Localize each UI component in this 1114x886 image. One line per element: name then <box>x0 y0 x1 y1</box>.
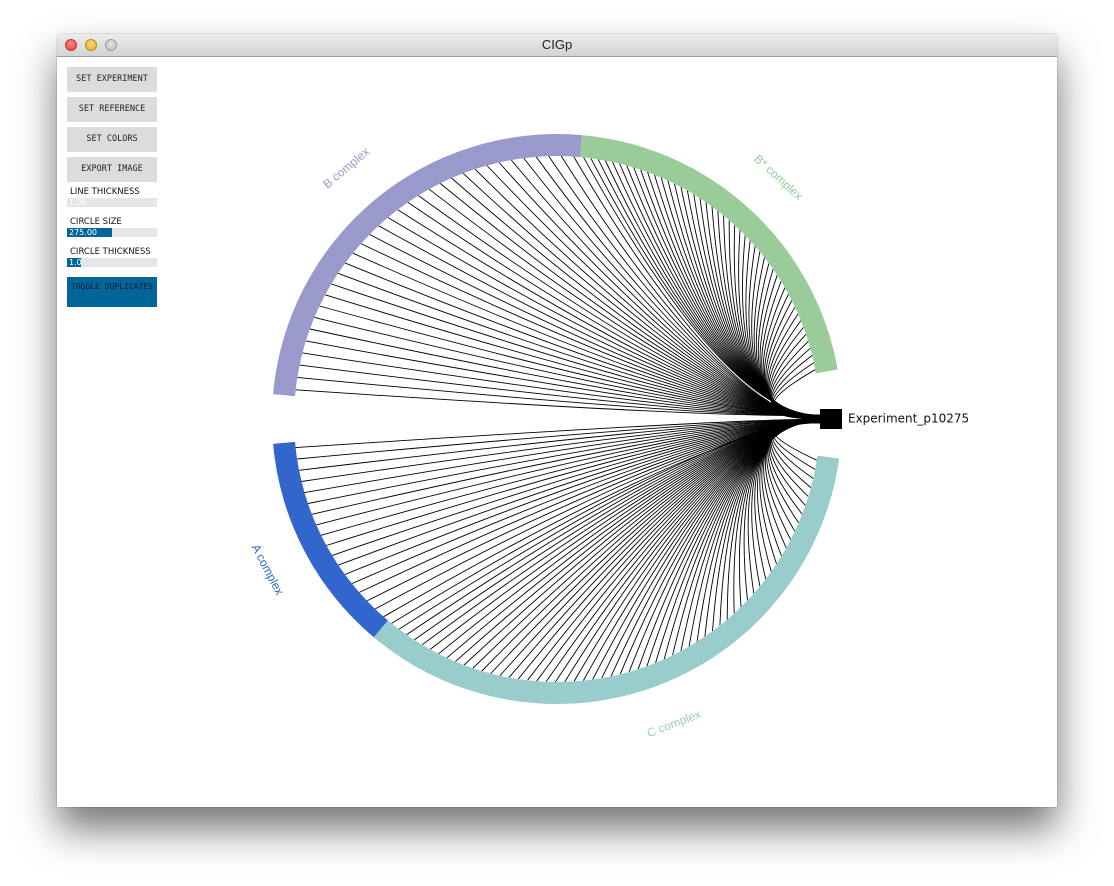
chord-line <box>499 419 821 676</box>
chord-line <box>486 165 821 419</box>
chord-diagram: B* complex B complex A complex C complex Exp… <box>249 134 969 740</box>
experiment-marker <box>820 409 842 429</box>
title-bar: CIGp <box>57 34 1057 57</box>
chord-lines <box>295 155 821 683</box>
app-window: CIGp SET EXPERIMENT SET REFERENCE SET CO… <box>57 34 1057 807</box>
segment-label: B* complex <box>751 152 805 203</box>
segment-label: A complex <box>249 542 287 598</box>
chord-line <box>481 419 821 672</box>
segment-label: B complex <box>320 144 372 191</box>
segment-label: C complex <box>645 707 703 740</box>
experiment-label: Experiment_p10275 <box>848 412 969 426</box>
window-title: CIGp <box>541 37 573 52</box>
